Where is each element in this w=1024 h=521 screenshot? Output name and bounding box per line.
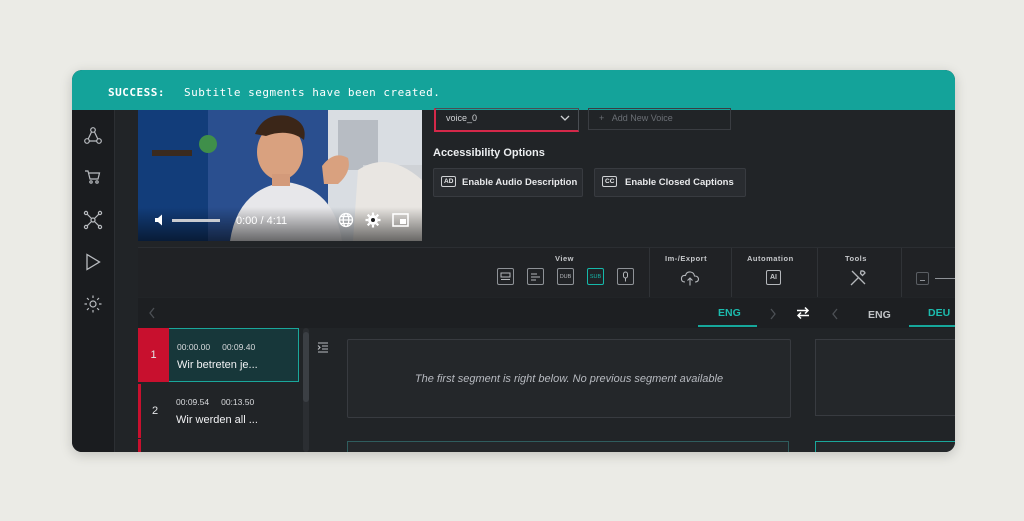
notification-message: Subtitle segments have been created. (184, 86, 441, 99)
cart-icon[interactable] (83, 167, 103, 187)
sub-view-icon[interactable]: SUB (587, 268, 604, 285)
previous-segment-note: The first segment is right below. No pre… (414, 373, 724, 385)
cloud-upload-icon[interactable] (680, 269, 700, 287)
mic-icon[interactable] (617, 268, 634, 285)
volume-slider[interactable] (172, 219, 220, 222)
language-bar: ENG ENG DEU (138, 298, 955, 328)
tools-group-title: Tools (845, 254, 867, 263)
settings-icon[interactable] (365, 212, 381, 228)
divider (649, 248, 650, 297)
list-view-icon[interactable] (527, 268, 544, 285)
segment-list: 1 00:00.00 00:09.40 Wir betreten je... 2 … (138, 328, 301, 452)
divider (901, 248, 902, 297)
source-language-underline (698, 325, 757, 327)
source-language-tab[interactable]: ENG (718, 307, 741, 319)
gear-icon[interactable] (83, 294, 103, 314)
divider (817, 248, 818, 297)
ai-chip-icon[interactable]: AI (766, 270, 781, 285)
enable-audio-description-button[interactable]: AD Enable Audio Description (433, 168, 583, 197)
pip-icon[interactable] (392, 213, 409, 227)
target-current-segment-panel[interactable] (815, 441, 955, 452)
automation-group-title: Automation (747, 254, 794, 263)
segment-text: Wir werden all ... (176, 414, 258, 426)
chevron-right-icon[interactable] (769, 307, 777, 325)
subtitle-view-icon[interactable] (497, 268, 514, 285)
voice-select-value: voice_0 (446, 113, 478, 123)
voice-select[interactable]: voice_0 (434, 108, 579, 132)
network-icon[interactable] (83, 210, 103, 230)
current-segment-panel[interactable] (347, 441, 789, 452)
segment-number: 2 (138, 384, 169, 438)
segment-times: 00:09.54 00:13.50 (176, 397, 254, 407)
zoom-out-button[interactable] (916, 272, 929, 285)
add-voice-placeholder: + Add New Voice (599, 113, 673, 123)
segment-number (138, 439, 169, 452)
swap-languages-icon[interactable] (795, 306, 811, 325)
segment-start-time: 00:00.00 (177, 342, 211, 352)
dub-view-icon[interactable]: DUB (557, 268, 574, 285)
segment-row[interactable] (138, 439, 299, 452)
target-previous-segment-panel (815, 339, 955, 416)
segment-row[interactable]: 2 00:09.54 00:13.50 Wir werden all ... (138, 384, 299, 438)
chevron-down-icon (560, 115, 570, 121)
notification-label: SUCCESS: (108, 86, 165, 99)
sidebar (72, 110, 115, 452)
zoom-slider[interactable] (935, 278, 955, 279)
screenshot-card: SUCCESS: Subtitle segments have been cre… (0, 0, 1024, 521)
segment-list-scrollbar[interactable] (303, 328, 309, 452)
segment-number: 1 (138, 328, 169, 382)
accessibility-title: Accessibility Options (433, 147, 545, 159)
closed-captions-icon: CC (602, 176, 618, 187)
closed-captions-label: Enable Closed Captions (625, 177, 734, 188)
divider (731, 248, 732, 297)
audio-description-icon: AD (441, 176, 457, 187)
audio-description-label: Enable Audio Description (462, 177, 578, 188)
import-export-group-title: Im-/Export (665, 254, 708, 263)
tools-icon[interactable] (848, 268, 868, 288)
view-group-title: View (555, 254, 574, 263)
indent-icon[interactable] (317, 340, 329, 358)
volume-icon[interactable] (154, 213, 168, 227)
add-voice-input[interactable]: + Add New Voice (588, 108, 731, 130)
chevron-left-icon[interactable] (148, 306, 156, 324)
play-icon[interactable] (83, 252, 103, 272)
segment-times: 00:00.00 00:09.40 (177, 342, 255, 352)
globe-icon[interactable] (338, 212, 354, 228)
previous-segment-panel: The first segment is right below. No pre… (347, 339, 791, 418)
segment-row[interactable]: 1 00:00.00 00:09.40 Wir betreten je... (138, 328, 299, 382)
nodes-icon[interactable] (83, 126, 103, 146)
segment-text: Wir betreten je... (177, 359, 258, 371)
enable-closed-captions-button[interactable]: CC Enable Closed Captions (594, 168, 746, 197)
scrollbar-thumb[interactable] (303, 332, 309, 402)
playback-time: 0:00 / 4:11 (236, 215, 288, 227)
segment-end-time: 00:13.50 (221, 397, 255, 407)
target-language-underline (909, 325, 955, 327)
app-window: SUCCESS: Subtitle segments have been cre… (72, 70, 955, 452)
plus-icon: + (599, 113, 605, 123)
chevron-left-icon[interactable] (831, 307, 839, 325)
segment-start-time: 00:09.54 (176, 397, 210, 407)
target-language-tab-eng[interactable]: ENG (868, 309, 891, 321)
success-notification: SUCCESS: Subtitle segments have been cre… (72, 70, 955, 110)
target-language-tab-deu[interactable]: DEU (928, 307, 950, 319)
editor-toolbar: View DUB SUB Im-/Export Automation AI To… (138, 247, 955, 297)
video-player[interactable]: 0:00 / 4:11 (138, 110, 422, 241)
segment-end-time: 00:09.40 (222, 342, 256, 352)
